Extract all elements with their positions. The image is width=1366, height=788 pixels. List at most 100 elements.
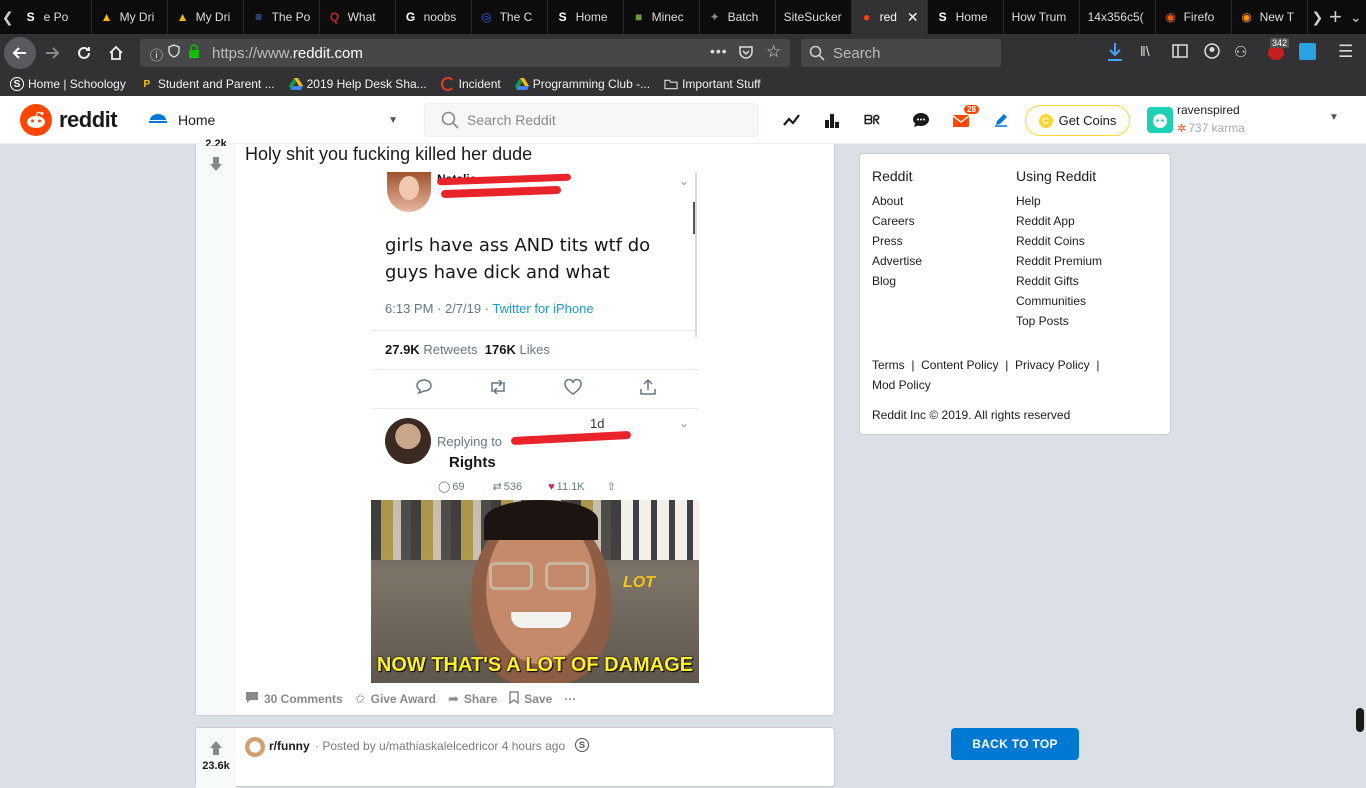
url-bar[interactable]: ⓘ https://www.reddit.com ••• ☆: [140, 39, 790, 67]
subreddit-icon[interactable]: [245, 737, 265, 757]
comments-button[interactable]: 30 Comments: [245, 691, 343, 707]
home-icon[interactable]: [100, 37, 132, 69]
sidebar-link[interactable]: Help: [1016, 194, 1041, 208]
terms-link[interactable]: Terms: [872, 358, 905, 372]
bookmark-schoology[interactable]: S Home | Schoology: [10, 77, 126, 91]
chat-icon[interactable]: [909, 108, 933, 132]
user-menu-dropdown[interactable]: ravenspired ✲ 737 karma ▼: [1147, 103, 1347, 137]
folder-icon: [664, 77, 678, 91]
create-post-pencil-icon[interactable]: [989, 108, 1013, 132]
sidebar-toggle-icon[interactable]: [1172, 43, 1188, 64]
info-icon[interactable]: ⓘ: [150, 45, 163, 64]
sidebar-link[interactable]: Advertise: [872, 254, 922, 268]
sidebar-link[interactable]: Reddit Premium: [1016, 254, 1102, 268]
post-title[interactable]: Holy shit you fucking killed her dude: [245, 144, 532, 165]
mail-count-badge: 28: [963, 104, 980, 115]
mod-policy-link[interactable]: Mod Policy: [872, 378, 931, 392]
sidebar-link[interactable]: Reddit Coins: [1016, 234, 1085, 248]
sidebar-link[interactable]: Reddit Gifts: [1016, 274, 1079, 288]
page-actions-icon[interactable]: •••: [710, 43, 728, 59]
browser-tab[interactable]: S Home: [928, 0, 1004, 34]
bookmark-help-desk[interactable]: 2019 Help Desk Sha...: [288, 77, 427, 91]
tabs-scroll-right-icon[interactable]: ❯: [1310, 0, 1326, 34]
sidebar-link[interactable]: About: [872, 194, 903, 208]
all-feed-icon[interactable]: ᗷᖇ: [860, 108, 884, 132]
browser-tab[interactable]: Se Po: [16, 0, 92, 34]
browser-search-field[interactable]: Search: [801, 39, 1001, 67]
reddit-wordmark[interactable]: reddit: [59, 107, 118, 133]
account-icon[interactable]: [1204, 43, 1220, 64]
bookmark-incident[interactable]: Incident: [440, 77, 501, 91]
subreddit-link[interactable]: r/funny: [269, 739, 310, 753]
browser-tab[interactable]: ▲ My Dri: [92, 0, 168, 34]
sidebar-link[interactable]: Careers: [872, 214, 915, 228]
browser-tab[interactable]: SiteSucker: [776, 0, 852, 34]
tracking-shield-icon[interactable]: [168, 44, 180, 61]
page-scrollbar-thumb[interactable]: [1356, 708, 1364, 732]
tabs-scroll-left-icon[interactable]: ❮: [0, 0, 16, 34]
bookmark-label: 2019 Help Desk Sha...: [306, 77, 427, 91]
vote-count: 2.2k: [205, 138, 227, 146]
tweet-meta: 6:13 PM · 2/7/19 · Twitter for iPhone: [385, 301, 594, 316]
content-policy-link[interactable]: Content Policy: [921, 358, 998, 372]
browser-tab[interactable]: ◎ The C: [472, 0, 548, 34]
reddit-snoo-logo-icon[interactable]: [20, 104, 52, 136]
browser-tab[interactable]: 14x356c5(: [1080, 0, 1156, 34]
browser-tab[interactable]: ≡ The Po: [244, 0, 320, 34]
quora-icon: Q: [329, 10, 340, 24]
browser-tab[interactable]: ● red ✕: [851, 0, 928, 34]
s-logo-icon: S: [938, 10, 947, 24]
tab-list-chevron-icon[interactable]: ⌄: [1346, 0, 1366, 34]
new-tab-icon[interactable]: +: [1325, 0, 1345, 34]
pocket-icon[interactable]: [738, 44, 754, 64]
save-button[interactable]: Save: [509, 691, 552, 707]
browser-tab[interactable]: ◉ New T: [1232, 0, 1308, 34]
incognito-icon[interactable]: ⚇: [1234, 43, 1247, 61]
mail-icon[interactable]: 28: [949, 104, 980, 132]
get-coins-button[interactable]: C Get Coins: [1025, 105, 1130, 136]
post-card[interactable]: 2.2k Holy shit you fucking killed her du…: [195, 138, 835, 716]
reload-icon[interactable]: [68, 37, 100, 69]
browser-tab[interactable]: Gnoobs: [396, 0, 472, 34]
browser-tab[interactable]: Q What: [320, 0, 396, 34]
feed-selector-dropdown[interactable]: Home ▼: [148, 107, 398, 133]
share-button[interactable]: ➦ Share: [448, 691, 497, 707]
leaderboard-icon[interactable]: [820, 108, 844, 132]
library-icon[interactable]: ǁ\: [1140, 43, 1150, 59]
extension-badge-icon[interactable]: 342: [1266, 38, 1290, 60]
browser-tab[interactable]: S Home: [548, 0, 624, 34]
browser-tab[interactable]: How Trum: [1004, 0, 1080, 34]
browser-tab[interactable]: ■ Minec: [624, 0, 700, 34]
post-image-tweet-screenshot[interactable]: Natalie ⌄ girls have ass AND tits wtf do…: [371, 172, 699, 683]
sidebar-link[interactable]: Press: [872, 234, 903, 248]
downvote-arrow-icon[interactable]: [209, 156, 223, 177]
sidebar-link[interactable]: Top Posts: [1016, 314, 1069, 328]
bookmark-star-icon[interactable]: ☆: [766, 42, 781, 62]
forward-arrow-icon[interactable]: [36, 37, 68, 69]
upvote-arrow-icon[interactable]: [209, 740, 223, 761]
sidebar-link[interactable]: Reddit App: [1016, 214, 1075, 228]
bookmark-important-stuff[interactable]: Important Stuff: [664, 77, 761, 91]
give-award-button[interactable]: ✩ Give Award: [355, 691, 436, 707]
more-options-button[interactable]: ···: [564, 692, 576, 706]
post-card[interactable]: 23.6k r/funny · Posted by u/mathiaskalel…: [195, 727, 835, 788]
bookmark-student-parent[interactable]: P Student and Parent ...: [140, 77, 275, 91]
download-icon[interactable]: [1106, 42, 1124, 67]
sidebar-link[interactable]: Communities: [1016, 294, 1086, 308]
reddit-search-input[interactable]: Search Reddit: [424, 103, 758, 137]
vote-count: 23.6k: [202, 760, 230, 772]
trending-icon[interactable]: [780, 108, 804, 132]
policy-links: Terms | Content Policy | Privacy Policy …: [872, 358, 1099, 372]
bookmark-programming-club[interactable]: Programming Club -...: [514, 77, 650, 91]
close-tab-icon[interactable]: ✕: [903, 9, 919, 26]
sidebar-link[interactable]: Blog: [872, 274, 896, 288]
browser-tab[interactable]: ▲ My Dri: [168, 0, 244, 34]
hamburger-menu-icon[interactable]: ☰: [1338, 42, 1353, 62]
browser-tab[interactable]: ◉ Firefo: [1156, 0, 1232, 34]
back-arrow-icon[interactable]: [4, 37, 36, 69]
tab-title: New T: [1259, 10, 1295, 24]
extension-icon[interactable]: [1299, 43, 1316, 60]
browser-tab[interactable]: ✦ Batch: [700, 0, 776, 34]
back-to-top-button[interactable]: BACK TO TOP: [951, 728, 1079, 760]
privacy-policy-link[interactable]: Privacy Policy: [1015, 358, 1090, 372]
